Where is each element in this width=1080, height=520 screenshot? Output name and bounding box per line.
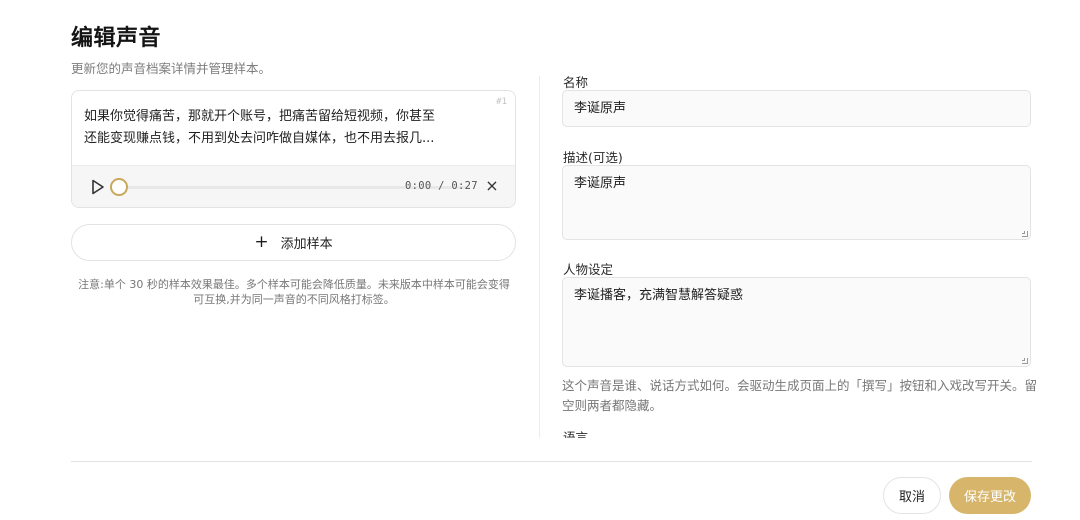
close-icon[interactable]: × bbox=[485, 178, 499, 194]
column-divider bbox=[539, 76, 540, 438]
plus-icon: + bbox=[254, 232, 269, 252]
description-value: 李诞原声 bbox=[574, 176, 627, 191]
page-title: 编辑声音 bbox=[71, 26, 162, 51]
sample-transcript: 如果你觉得痛苦，那就开个账号，把痛苦留给短视频，你甚至 还能变现赚点钱，不用到处… bbox=[84, 106, 464, 150]
cancel-button[interactable]: 取消 bbox=[883, 477, 941, 514]
resize-handle-icon[interactable] bbox=[1022, 358, 1028, 364]
language-label: 语言 bbox=[563, 430, 589, 438]
sample-transcript-line-2: 还能变现赚点钱，不用到处去问咋做自媒体，也不用去报几... bbox=[84, 131, 435, 146]
footer-divider bbox=[71, 461, 1032, 462]
name-input[interactable]: 李诞原声 bbox=[562, 90, 1031, 127]
persona-textarea[interactable]: 李诞播客，充满智慧解答疑惑 bbox=[562, 277, 1031, 367]
sample-note: 注意:单个 30 秒的样本效果最佳。多个样本可能会降低质量。未来版本中样本可能会… bbox=[78, 278, 510, 306]
description-textarea[interactable]: 李诞原声 bbox=[562, 165, 1031, 240]
play-icon[interactable] bbox=[91, 179, 105, 195]
audio-time: 0:00 / 0:27 bbox=[405, 180, 478, 192]
persona-label: 人物设定 bbox=[563, 262, 614, 277]
add-sample-button[interactable]: + 添加样本 bbox=[71, 224, 516, 261]
audio-player: 0:00 / 0:27 × bbox=[72, 165, 515, 207]
persona-value: 李诞播客，充满智慧解答疑惑 bbox=[574, 288, 744, 303]
name-label: 名称 bbox=[563, 75, 589, 90]
persona-hint: 这个声音是谁、说话方式如何。会驱动生成页面上的「撰写」按钮和入戏改写开关。留空则… bbox=[562, 378, 1038, 413]
sample-card: #1 如果你觉得痛苦，那就开个账号，把痛苦留给短视频，你甚至 还能变现赚点钱，不… bbox=[71, 90, 516, 208]
page-subtitle: 更新您的声音档案详情并管理样本。 bbox=[71, 61, 272, 76]
description-label: 描述(可选) bbox=[563, 150, 623, 165]
add-sample-label: 添加样本 bbox=[280, 237, 333, 252]
save-button[interactable]: 保存更改 bbox=[949, 477, 1031, 514]
sample-transcript-line-1: 如果你觉得痛苦，那就开个账号，把痛苦留给短视频，你甚至 bbox=[84, 109, 436, 124]
resize-handle-icon[interactable] bbox=[1022, 231, 1028, 237]
seek-thumb[interactable] bbox=[110, 178, 128, 196]
sample-index: #1 bbox=[496, 97, 507, 107]
